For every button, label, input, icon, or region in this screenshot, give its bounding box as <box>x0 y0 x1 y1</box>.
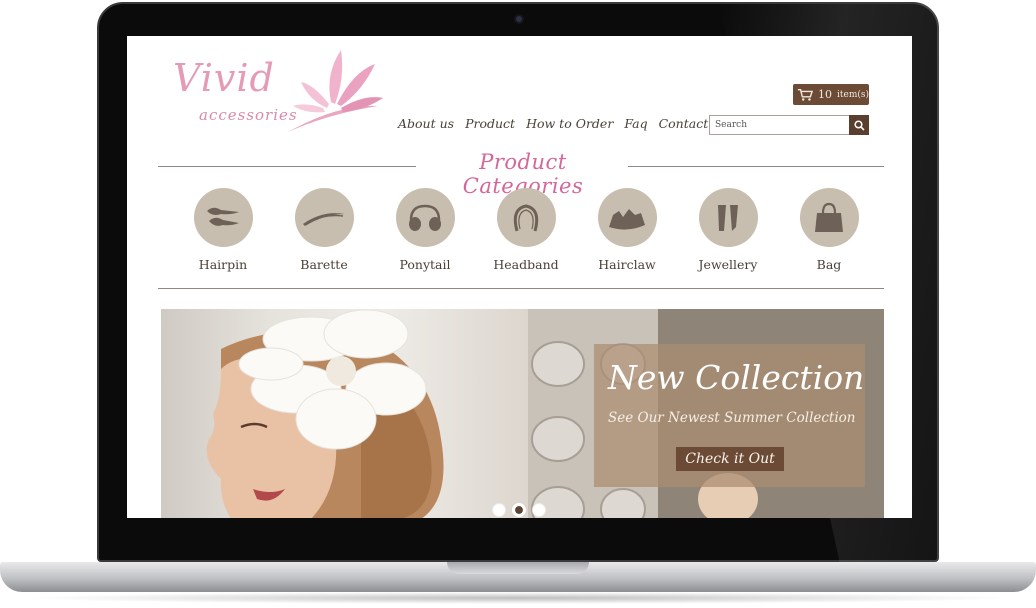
promo-panel: New Collection See Our Newest Summer Col… <box>594 344 865 487</box>
bag-icon <box>815 202 843 232</box>
ponytail-icon <box>409 204 441 231</box>
laptop-shadow <box>20 592 1016 604</box>
slider-dot-3[interactable] <box>532 503 546 517</box>
category-jewellery[interactable]: Jewellery <box>683 188 773 272</box>
category-label: Barette <box>300 257 348 272</box>
cart-button[interactable]: 10 item(s) <box>793 84 869 105</box>
divider-line <box>628 166 884 167</box>
category-label: Hairclaw <box>598 257 656 272</box>
category-circle <box>294 188 354 247</box>
hero-banner: New Collection See Our Newest Summer Col… <box>161 309 884 518</box>
slider-dots <box>492 503 546 517</box>
logo-wordmark: Vivid <box>173 56 275 100</box>
category-circle <box>395 188 455 247</box>
category-circle <box>698 188 758 247</box>
jewellery-icon <box>718 204 738 231</box>
hairpin-icon <box>207 207 239 226</box>
category-list: Hairpin Barette Ponytail Headband Haircl… <box>178 188 868 278</box>
slider-dot-1[interactable] <box>492 503 506 517</box>
category-hairclaw[interactable]: Hairclaw <box>582 188 672 272</box>
category-label: Ponytail <box>399 257 451 272</box>
search-button[interactable] <box>849 115 869 135</box>
laptop-base-notch <box>447 562 589 574</box>
search-bar <box>709 115 869 135</box>
nav-product[interactable]: Product <box>465 116 515 131</box>
site-logo[interactable]: Vivid accessories <box>171 44 383 139</box>
categories-header: Product Categories <box>158 150 884 198</box>
category-label: Jewellery <box>698 257 758 272</box>
camera-icon <box>514 14 524 24</box>
search-input[interactable] <box>709 115 849 135</box>
category-headband[interactable]: Headband <box>481 188 571 272</box>
divider-line <box>158 166 416 167</box>
hairclaw-icon <box>609 208 645 230</box>
slider-dot-2[interactable] <box>512 503 526 517</box>
promo-subtitle: See Our Newest Summer Collection <box>608 410 856 426</box>
cart-unit: item(s) <box>837 89 869 100</box>
banner-photo-model <box>161 309 528 518</box>
category-label: Headband <box>493 257 559 272</box>
category-label: Bag <box>816 257 842 272</box>
lotus-flower-icon <box>288 50 383 132</box>
category-ponytail[interactable]: Ponytail <box>380 188 470 272</box>
check-it-out-button[interactable]: Check it Out <box>676 447 784 471</box>
cart-icon <box>797 88 813 101</box>
main-nav: About us Product How to Order Faq Contac… <box>398 116 729 131</box>
search-icon <box>853 119 865 131</box>
nav-about-us[interactable]: About us <box>398 116 454 131</box>
model-photo-image <box>206 309 444 518</box>
nav-faq[interactable]: Faq <box>624 116 647 131</box>
barette-icon <box>303 212 345 226</box>
cart-count: 10 <box>818 88 832 101</box>
category-circle <box>496 188 556 247</box>
category-label: Hairpin <box>198 257 248 272</box>
website-screen: Vivid accessories 10 item(s) About us Pr… <box>127 36 912 518</box>
promo-title: New Collection <box>608 358 865 397</box>
section-divider <box>158 288 884 289</box>
category-hairpin[interactable]: Hairpin <box>178 188 268 272</box>
nav-how-to-order[interactable]: How to Order <box>526 116 613 131</box>
category-circle <box>597 188 657 247</box>
category-circle <box>193 188 253 247</box>
category-circle <box>799 188 859 247</box>
category-barette[interactable]: Barette <box>279 188 369 272</box>
headband-icon <box>513 203 539 231</box>
category-bag[interactable]: Bag <box>784 188 874 272</box>
